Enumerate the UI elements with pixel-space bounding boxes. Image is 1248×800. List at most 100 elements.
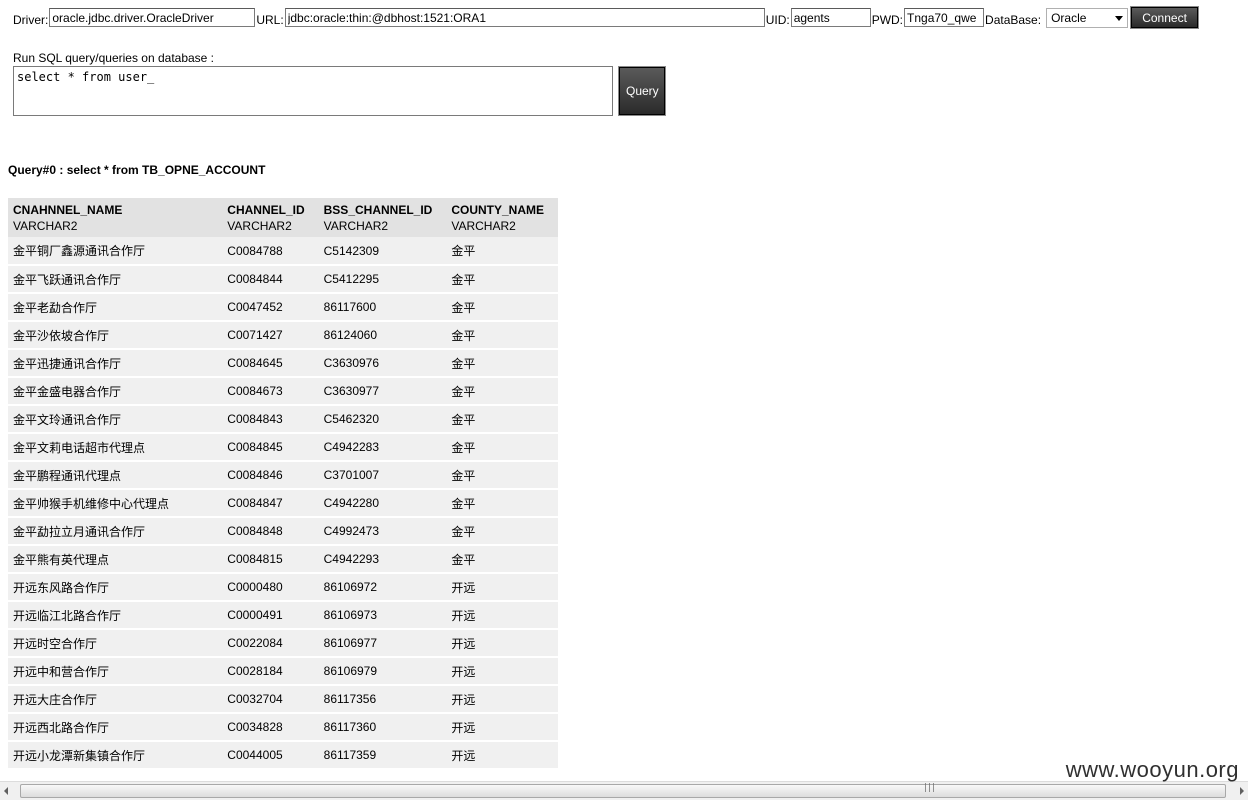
table-cell: 金平熊有英代理点 (8, 545, 223, 574)
table-cell: 开远 (446, 657, 558, 686)
table-cell: C0084815 (222, 545, 319, 574)
table-cell: 开远东风路合作厅 (8, 573, 223, 602)
table-cell: 金平 (446, 433, 558, 462)
table-cell: 金平 (446, 377, 558, 406)
column-type: VARCHAR2 (227, 219, 292, 233)
database-select-value: Oracle (1051, 11, 1087, 25)
sql-query-textarea[interactable]: select * from user_ (13, 66, 613, 116)
table-cell: C0000480 (222, 573, 319, 602)
table-cell: C0034828 (222, 713, 319, 742)
table-cell: 金平 (446, 237, 558, 266)
table-cell: 开远 (446, 601, 558, 630)
page: Driver: URL: UID: PWD: DataBase: Oracle … (0, 0, 1248, 800)
table-row: 金平迅捷通讯合作厅 C0084645 C3630976 金平 (8, 349, 558, 378)
column-type: VARCHAR2 (323, 219, 389, 233)
table-cell: 金平 (446, 461, 558, 490)
query-button[interactable]: Query (618, 66, 666, 116)
table-cell: 金平 (446, 265, 558, 294)
table-cell: 86117359 (318, 741, 447, 770)
table-cell: 开远 (446, 629, 558, 658)
table-cell: C0084846 (222, 461, 319, 490)
table-row: 开远东风路合作厅 C0000480 86106972 开远 (8, 573, 558, 602)
table-cell: C0084844 (222, 265, 319, 294)
scroll-right-arrow-icon[interactable] (1240, 787, 1244, 795)
table-cell: 开远临江北路合作厅 (8, 601, 223, 630)
table-cell: C0022084 (222, 629, 319, 658)
table-row: 开远临江北路合作厅 C0000491 86106973 开远 (8, 601, 558, 630)
query-result-title: Query#0 : select * from TB_OPNE_ACCOUNT (8, 163, 266, 177)
column-name: CHANNEL_ID (227, 203, 305, 217)
table-cell: 金平文莉电话超市代理点 (8, 433, 223, 462)
table-cell: 86117356 (318, 685, 447, 714)
uid-label: UID: (765, 13, 790, 27)
scroll-left-arrow-icon[interactable] (4, 787, 8, 795)
table-cell: C0071427 (222, 321, 319, 350)
table-cell: C0000491 (222, 601, 319, 630)
table-cell: C0028184 (222, 657, 319, 686)
pwd-label: PWD: (871, 13, 904, 27)
connect-button[interactable]: Connect (1130, 6, 1200, 29)
pwd-input[interactable] (904, 8, 985, 27)
table-cell: 金平 (446, 293, 558, 322)
table-cell: 金平沙依坡合作厅 (8, 321, 223, 350)
table-body: 金平铜厂鑫源通讯合作厅 C0084788 C5142309 金平 金平飞跃通讯合作厅 C0… (8, 237, 558, 770)
table-cell: 金平迅捷通讯合作厅 (8, 349, 223, 378)
chevron-down-icon (1115, 16, 1124, 21)
table-cell: 金平帅猴手机维修中心代理点 (8, 489, 223, 518)
column-header: COUNTY_NAME VARCHAR2 (446, 198, 558, 237)
table-cell: C0047452 (222, 293, 319, 322)
table-cell: C3630977 (318, 377, 447, 406)
scrollbar-thumb[interactable] (20, 784, 1226, 798)
table-cell: C4992473 (318, 517, 447, 546)
column-type: VARCHAR2 (451, 219, 516, 233)
driver-input[interactable] (49, 8, 256, 27)
table-cell: 86106972 (318, 573, 447, 602)
column-header: CNAHNNEL_NAME VARCHAR2 (8, 198, 223, 237)
table-cell: 金平飞跃通讯合作厅 (8, 265, 223, 294)
driver-label: Driver: (13, 13, 49, 27)
database-select[interactable]: Oracle (1046, 8, 1129, 28)
table-cell: C3701007 (318, 461, 447, 490)
table-row: 开远小龙潭新集镇合作厅 C0044005 86117359 开远 (8, 741, 558, 770)
table-cell: C4942280 (318, 489, 447, 518)
table-row: 开远中和营合作厅 C0028184 86106979 开远 (8, 657, 558, 686)
table-cell: 开远中和营合作厅 (8, 657, 223, 686)
table-cell: 金平勐拉立月通讯合作厅 (8, 517, 223, 546)
result-table: CNAHNNEL_NAME VARCHAR2 CHANNEL_ID VARCHA… (8, 198, 558, 770)
table-cell: 86124060 (318, 321, 447, 350)
column-name: BSS_CHANNEL_ID (323, 203, 433, 217)
url-input[interactable] (284, 8, 765, 27)
watermark: www.wooyun.org (1065, 757, 1239, 782)
sql-editor-label: Run SQL query/queries on database : (13, 51, 215, 65)
horizontal-scrollbar[interactable]: ||| (0, 781, 1248, 800)
table-cell: C0044005 (222, 741, 319, 770)
table-cell: 金平老勐合作厅 (8, 293, 223, 322)
table-cell: 86117360 (318, 713, 447, 742)
column-name: CNAHNNEL_NAME (13, 203, 123, 217)
column-header: CHANNEL_ID VARCHAR2 (222, 198, 319, 237)
table-cell: C5412295 (318, 265, 447, 294)
uid-input[interactable] (790, 8, 871, 27)
table-cell: 开远西北路合作厅 (8, 713, 223, 742)
table-cell: C0084848 (222, 517, 319, 546)
table-row: 金平飞跃通讯合作厅 C0084844 C5412295 金平 (8, 265, 558, 294)
column-header: BSS_CHANNEL_ID VARCHAR2 (318, 198, 447, 237)
table-cell: 金平 (446, 545, 558, 574)
table-header-row: CNAHNNEL_NAME VARCHAR2 CHANNEL_ID VARCHA… (8, 198, 558, 237)
table-cell: 金平 (446, 349, 558, 378)
table-row: 金平熊有英代理点 C0084815 C4942293 金平 (8, 545, 558, 574)
table-cell: 金平 (446, 405, 558, 434)
table-row: 开远西北路合作厅 C0034828 86117360 开远 (8, 713, 558, 742)
table-row: 金平文玲通讯合作厅 C0084843 C5462320 金平 (8, 405, 558, 434)
table-cell: C0084847 (222, 489, 319, 518)
table-row: 金平鹏程通讯代理点 C0084846 C3701007 金平 (8, 461, 558, 490)
table-cell: C4942293 (318, 545, 447, 574)
result-table-container: CNAHNNEL_NAME VARCHAR2 CHANNEL_ID VARCHA… (8, 198, 558, 780)
table-cell: 金平文玲通讯合作厅 (8, 405, 223, 434)
table-row: 金平沙依坡合作厅 C0071427 86124060 金平 (8, 321, 558, 350)
table-row: 金平帅猴手机维修中心代理点 C0084847 C4942280 金平 (8, 489, 558, 518)
table-cell: 金平铜厂鑫源通讯合作厅 (8, 237, 223, 266)
table-cell: C0084845 (222, 433, 319, 462)
table-cell: C3630976 (318, 349, 447, 378)
column-name: COUNTY_NAME (451, 203, 544, 217)
